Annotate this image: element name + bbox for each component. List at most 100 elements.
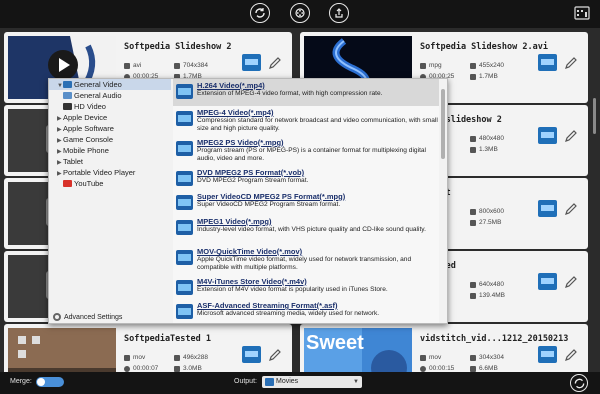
share-icon[interactable] <box>329 3 349 23</box>
category-apple-software[interactable]: ▶Apple Software <box>49 123 171 134</box>
video-size: 1.7MB <box>470 73 498 80</box>
play-icon[interactable] <box>48 50 78 80</box>
format-item[interactable]: MPEG-4 Video(*.mp4) Compression standard … <box>173 106 439 136</box>
movies-folder-icon <box>265 378 274 386</box>
folder-icon <box>470 292 476 299</box>
file-icon <box>124 354 130 361</box>
edit-pencil-icon[interactable] <box>268 348 282 362</box>
format-list: H.264 Video(*.mp4) Extension of MPEG-4 vi… <box>173 79 439 323</box>
format-list-scrollbar[interactable] <box>441 89 445 159</box>
category-apple-device[interactable]: ▶Apple Device <box>49 112 171 123</box>
screen-icon <box>470 208 476 215</box>
convert-icon <box>574 378 584 388</box>
edit-pencil-icon[interactable] <box>564 202 578 216</box>
format-description: Microsoft advanced streaming media, wide… <box>197 310 380 317</box>
advanced-settings-label: Advanced Settings <box>64 313 123 321</box>
video-size: 1.3MB <box>470 146 498 153</box>
media-tools-icon[interactable] <box>574 6 590 20</box>
video-resolution: 304x304 <box>470 354 504 361</box>
category-label: Apple Software <box>63 124 114 133</box>
list-scrollbar[interactable] <box>593 98 596 134</box>
output-format-icon[interactable] <box>538 200 557 217</box>
edit-pencil-icon[interactable] <box>564 56 578 70</box>
video-size: 6.6MB <box>470 365 498 372</box>
video-size: 27.5MB <box>470 219 501 226</box>
output-format-icon[interactable] <box>538 54 557 71</box>
video-format-icon <box>176 84 193 99</box>
format-name: MPEG-4 Video(*.mp4) <box>197 108 274 117</box>
folder-icon <box>470 219 476 226</box>
format-item[interactable]: Super VideoCD MPEG2 PS Format(*.mpg) Supe… <box>173 190 439 215</box>
category-general-audio[interactable]: General Audio <box>49 90 171 101</box>
video-format: avi <box>124 62 141 69</box>
convert-button[interactable] <box>570 374 588 392</box>
category-mobile-phone[interactable]: ▶Mobile Phone <box>49 145 171 156</box>
chevron-down-icon: ▼ <box>353 379 359 385</box>
folder-icon <box>470 146 476 153</box>
video-format-icon <box>176 220 193 235</box>
format-name: MOV-QuickTime Video(*.mov) <box>197 247 303 256</box>
output-format-icon[interactable] <box>242 346 261 363</box>
output-label: Output: <box>234 378 257 385</box>
category-list: ▼ General Video General Audio HD Video ▶A… <box>49 79 171 309</box>
screen-icon <box>174 354 180 361</box>
format-item[interactable]: M4V-iTunes Store Video(*.m4v) Extension o… <box>173 275 439 299</box>
format-name: H.264 Video(*.mp4) <box>197 81 265 90</box>
category-game-console[interactable]: ▶Game Console <box>49 134 171 145</box>
film-reel-icon[interactable] <box>290 3 310 23</box>
advanced-settings-button[interactable]: Advanced Settings <box>53 313 122 321</box>
format-item[interactable]: H.264 Video(*.mp4) Extension of MPEG-4 vi… <box>173 79 439 106</box>
category-label: Mobile Phone <box>63 146 109 155</box>
format-description: DVD MPEG2 Program Stream format. <box>197 177 309 184</box>
screen-icon <box>470 354 476 361</box>
output-value: Movies <box>276 378 299 385</box>
video-resolution: 640x480 <box>470 281 504 288</box>
video-format-icon <box>176 195 193 210</box>
clock-icon <box>124 365 130 372</box>
format-item[interactable]: DVD MPEG2 PS Format(*.vob) DVD MPEG2 Prog… <box>173 166 439 190</box>
screen-icon <box>174 62 180 69</box>
output-format-icon[interactable] <box>538 127 557 144</box>
video-format-icon <box>176 171 193 186</box>
output-format-icon[interactable] <box>538 273 557 290</box>
format-description: Industry-level video format, with VHS pi… <box>197 226 426 233</box>
format-name: ASF-Advanced Streaming Format(*.asf) <box>197 301 338 310</box>
merge-toggle[interactable] <box>36 377 64 387</box>
video-format-icon <box>176 280 193 295</box>
file-icon <box>420 354 426 361</box>
output-format-icon[interactable] <box>242 54 261 71</box>
format-item[interactable]: ASF-Advanced Streaming Format(*.asf) Micr… <box>173 299 439 323</box>
edit-pencil-icon[interactable] <box>268 56 282 70</box>
format-description: Compression standard for network broadca… <box>197 117 438 132</box>
video-icon <box>63 81 72 88</box>
category-label: HD Video <box>74 102 106 111</box>
format-item[interactable]: MPEG2 PS Video(*.mpg) Program stream (PS … <box>173 136 439 166</box>
format-name: Super VideoCD MPEG2 PS Format(*.mpg) <box>197 192 346 201</box>
output-format-icon[interactable] <box>538 346 557 363</box>
video-format-icon <box>176 111 193 126</box>
video-title: vidstitch_vid...1212_20150213 <box>420 334 569 344</box>
convert-icon[interactable] <box>250 3 270 23</box>
format-item[interactable]: MOV-QuickTime Video(*.mov) Apple QuickTim… <box>173 245 439 275</box>
file-icon <box>420 62 426 69</box>
edit-pencil-icon[interactable] <box>564 129 578 143</box>
output-select[interactable]: Movies ▼ <box>262 376 362 388</box>
category-portable-video-player[interactable]: ▶Portable Video Player <box>49 167 171 178</box>
edit-pencil-icon[interactable] <box>564 348 578 362</box>
hd-icon <box>63 103 72 110</box>
video-format: mpg <box>420 62 442 69</box>
category-hd-video[interactable]: HD Video <box>49 101 171 112</box>
video-duration: 00:00:07 <box>124 365 158 372</box>
screen-icon <box>470 281 476 288</box>
file-icon <box>124 62 130 69</box>
category-tablet[interactable]: ▶Tablet <box>49 156 171 167</box>
format-name: MPEG2 PS Video(*.mpg) <box>197 138 284 147</box>
format-item[interactable]: MPEG1 Video(*.mpg) Industry-level video f… <box>173 215 439 245</box>
category-label: Portable Video Player <box>63 168 136 177</box>
video-resolution: 455x240 <box>470 62 504 69</box>
category-general-video[interactable]: ▼ General Video <box>49 79 171 90</box>
edit-pencil-icon[interactable] <box>564 275 578 289</box>
category-youtube[interactable]: YouTube <box>49 178 171 189</box>
category-label: General Video <box>74 80 122 89</box>
merge-label: Merge: <box>10 378 32 385</box>
